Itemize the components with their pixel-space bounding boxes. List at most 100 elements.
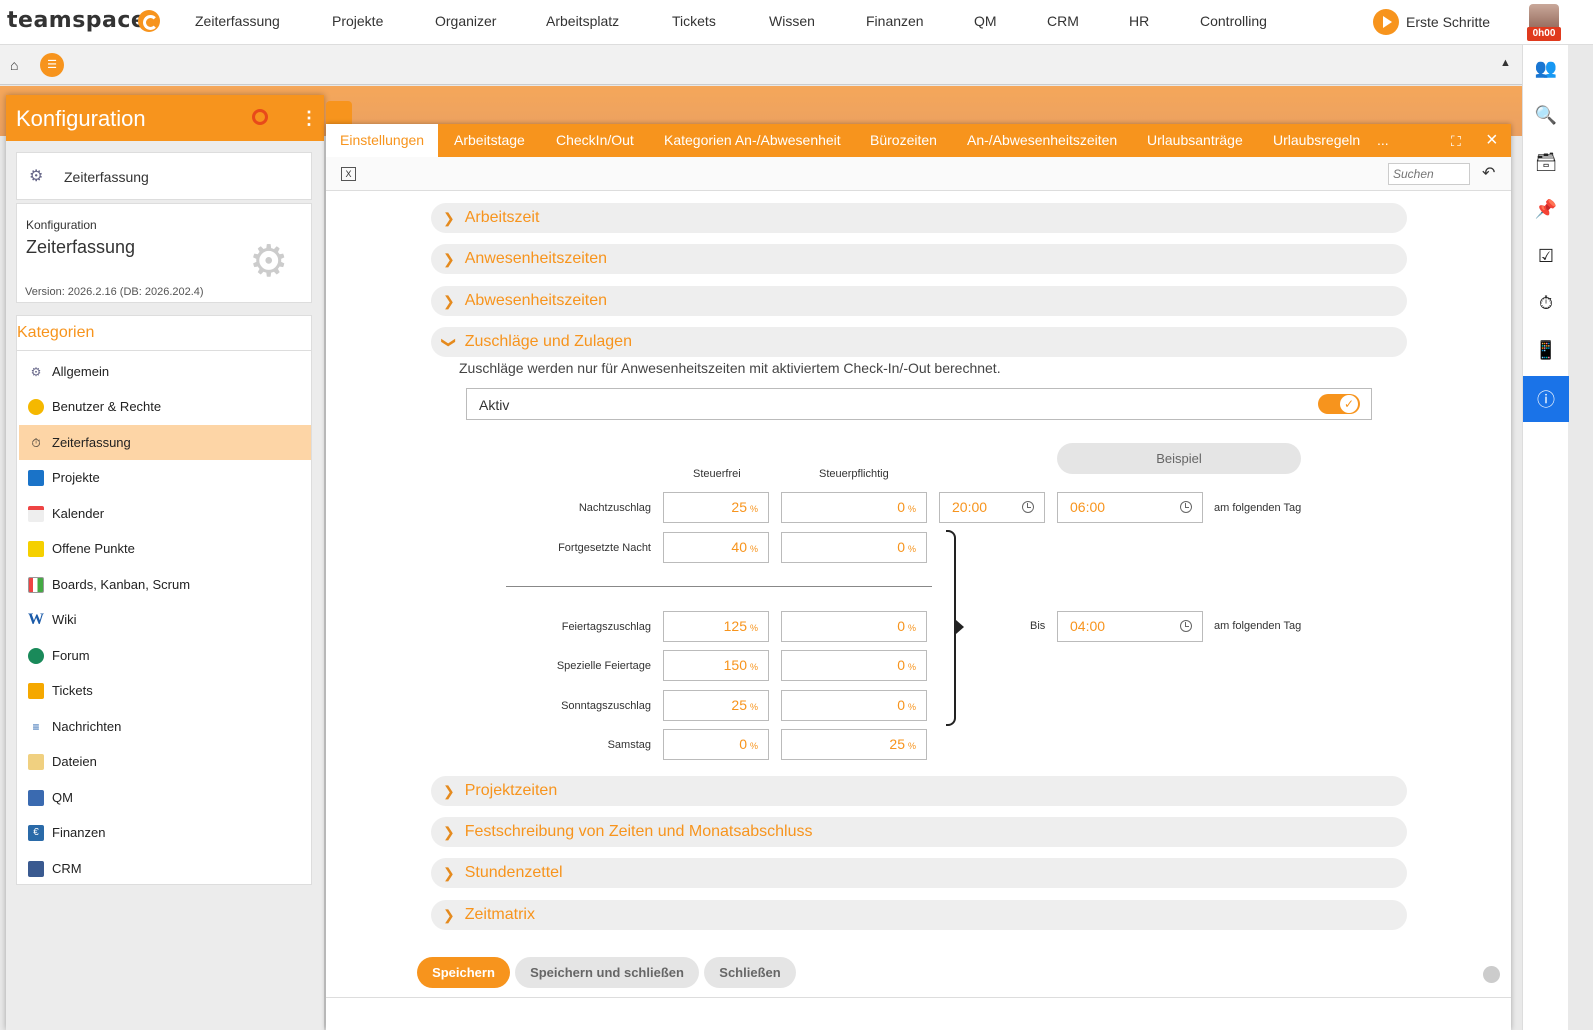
nav-projekte[interactable]: Projekte bbox=[332, 13, 383, 29]
section-zuschlaege[interactable]: ❯ Zuschläge und Zulagen bbox=[431, 327, 1407, 357]
tab-urlaubsregeln[interactable]: Urlaubsregeln bbox=[1273, 124, 1360, 157]
percent-sign: % bbox=[907, 504, 916, 514]
section-arbeitszeit[interactable]: ❯ Arbeitszeit bbox=[431, 203, 1407, 233]
pin-icon[interactable]: 📌 bbox=[1523, 186, 1569, 232]
category-projekte[interactable]: Projekte bbox=[19, 460, 311, 495]
row-label-nachtzuschlag: Nachtzuschlag bbox=[578, 502, 651, 514]
nav-finanzen[interactable]: Finanzen bbox=[866, 13, 924, 29]
night-end-time-input[interactable]: 06:00 bbox=[1057, 492, 1203, 523]
feiertagszuschlag-steuerfrei-input[interactable]: 125% bbox=[663, 611, 769, 642]
pct-value: 150 bbox=[723, 657, 747, 673]
undo-icon[interactable]: ↶ bbox=[1482, 163, 1495, 183]
row-label-fortgesetzte-nacht: Fortgesetzte Nacht bbox=[558, 542, 651, 554]
search-input[interactable] bbox=[1388, 163, 1470, 185]
sonntagszuschlag-steuerpflichtig-input[interactable]: 0% bbox=[781, 690, 927, 721]
section-festschreibung[interactable]: ❯ Festschreibung von Zeiten und Monatsabs… bbox=[431, 817, 1407, 847]
nachtzuschlag-steuerpflichtig-input[interactable]: 0% bbox=[781, 492, 927, 523]
tab-arbeitstage[interactable]: Arbeitstage bbox=[454, 124, 525, 157]
section-anwesenheitszeiten[interactable]: ❯ Anwesenheitszeiten bbox=[431, 244, 1407, 274]
maximize-icon[interactable]: ⛶ bbox=[1451, 133, 1461, 150]
tab-urlaubsantraege[interactable]: Urlaubsanträge bbox=[1147, 124, 1243, 157]
kebab-menu-icon[interactable]: ⋮ bbox=[300, 109, 318, 127]
section-projektzeiten[interactable]: ❯ Projektzeiten bbox=[431, 776, 1407, 806]
category-tickets[interactable]: Tickets bbox=[19, 673, 311, 708]
erste-schritte-button[interactable]: Erste Schritte bbox=[1373, 9, 1490, 35]
samstag-steuerfrei-input[interactable]: 0% bbox=[663, 729, 769, 760]
excel-export-icon[interactable]: X bbox=[341, 167, 356, 181]
category-nachrichten[interactable]: ≡ Nachrichten bbox=[19, 709, 311, 744]
tab-kategorien[interactable]: Kategorien An-/Abwesenheit bbox=[664, 124, 841, 157]
nav-hr[interactable]: HR bbox=[1129, 13, 1149, 29]
teamspace-logo[interactable]: teamspace bbox=[7, 8, 146, 33]
stopwatch-icon[interactable]: ⏱ bbox=[1523, 280, 1569, 326]
checklist-icon[interactable]: ☑ bbox=[1523, 233, 1569, 279]
users-icon[interactable]: 👥 bbox=[1523, 45, 1569, 91]
info-icon[interactable]: ⓘ bbox=[1523, 376, 1569, 422]
bis-time-input[interactable]: 04:00 bbox=[1057, 611, 1203, 642]
nav-controlling[interactable]: Controlling bbox=[1200, 13, 1267, 29]
aktiv-toggle[interactable] bbox=[1318, 394, 1360, 414]
menu-icon[interactable]: ☰ bbox=[40, 53, 64, 77]
pct-value: 25 bbox=[889, 736, 905, 752]
chevron-right-icon: ❯ bbox=[443, 864, 455, 881]
config-title: Konfiguration bbox=[16, 106, 146, 131]
save-button[interactable]: Speichern bbox=[417, 957, 510, 988]
tab-checkin-out[interactable]: CheckIn/Out bbox=[556, 124, 634, 157]
home-icon[interactable]: ⌂ bbox=[10, 57, 18, 73]
category-offene-punkte[interactable]: Offene Punkte bbox=[19, 531, 311, 566]
nav-qm[interactable]: QM bbox=[974, 13, 997, 29]
background-window-tab[interactable] bbox=[326, 101, 352, 125]
beispiel-button[interactable]: Beispiel bbox=[1057, 443, 1301, 474]
category-label: Wiki bbox=[52, 612, 77, 627]
tab-einstellungen[interactable]: Einstellungen bbox=[326, 124, 439, 157]
user-icon[interactable] bbox=[1483, 966, 1500, 983]
category-crm[interactable]: CRM bbox=[19, 851, 311, 886]
category-kalender[interactable]: Kalender bbox=[19, 496, 311, 531]
bug-icon[interactable] bbox=[252, 109, 268, 125]
spezielle-feiertage-steuerfrei-input[interactable]: 150% bbox=[663, 650, 769, 681]
section-abwesenheitszeiten[interactable]: ❯ Abwesenheitszeiten bbox=[431, 286, 1407, 316]
save-and-close-button[interactable]: Speichern und schließen bbox=[515, 957, 699, 988]
category-forum[interactable]: Forum bbox=[19, 638, 311, 673]
nav-wissen[interactable]: Wissen bbox=[769, 13, 815, 29]
search-icon[interactable]: 🔍 bbox=[1523, 92, 1569, 138]
time-badge[interactable]: 0h00 bbox=[1527, 27, 1561, 41]
category-boards[interactable]: Boards, Kanban, Scrum bbox=[19, 567, 311, 602]
tab-an-abwesenheitszeiten[interactable]: An-/Abwesenheitszeiten bbox=[967, 124, 1117, 157]
collapse-up-icon[interactable]: ▲ bbox=[1500, 57, 1511, 69]
tab-buerozeiten[interactable]: Bürozeiten bbox=[870, 124, 937, 157]
nav-organizer[interactable]: Organizer bbox=[435, 13, 496, 29]
fortgesetzte-nacht-steuerfrei-input[interactable]: 40% bbox=[663, 532, 769, 563]
category-zeiterfassung[interactable]: ⏱ Zeiterfassung bbox=[19, 425, 311, 460]
category-allgemein[interactable]: ⚙ Allgemein bbox=[19, 354, 311, 389]
category-benutzer-rechte[interactable]: Benutzer & Rechte bbox=[19, 389, 311, 424]
section-title: Anwesenheitszeiten bbox=[464, 250, 608, 267]
nav-crm[interactable]: CRM bbox=[1047, 13, 1079, 29]
nav-arbeitsplatz[interactable]: Arbeitsplatz bbox=[546, 13, 619, 29]
nav-zeiterfassung[interactable]: Zeiterfassung bbox=[195, 13, 280, 29]
inbox-icon[interactable]: 🗃 bbox=[1523, 139, 1569, 185]
section-stundenzettel[interactable]: ❯ Stundenzettel bbox=[431, 858, 1407, 888]
category-dateien[interactable]: Dateien bbox=[19, 744, 311, 779]
night-start-time-input[interactable]: 20:00 bbox=[939, 492, 1045, 523]
section-zeitmatrix[interactable]: ❯ Zeitmatrix bbox=[431, 900, 1407, 930]
spezielle-feiertage-steuerpflichtig-input[interactable]: 0% bbox=[781, 650, 927, 681]
mobile-icon[interactable]: 📱 bbox=[1523, 327, 1569, 373]
category-qm[interactable]: QM bbox=[19, 780, 311, 815]
sticky-note-icon bbox=[28, 540, 44, 557]
nav-tickets[interactable]: Tickets bbox=[672, 13, 716, 29]
close-button[interactable]: Schließen bbox=[704, 957, 796, 988]
ticket-icon bbox=[28, 682, 44, 699]
feiertagszuschlag-steuerpflichtig-input[interactable]: 0% bbox=[781, 611, 927, 642]
nachtzuschlag-steuerfrei-input[interactable]: 25% bbox=[663, 492, 769, 523]
module-selector[interactable]: ⚙ Zeiterfassung bbox=[16, 152, 312, 200]
close-icon[interactable]: × bbox=[1486, 129, 1498, 152]
fortgesetzte-nacht-steuerpflichtig-input[interactable]: 0% bbox=[781, 532, 927, 563]
category-finanzen[interactable]: € Finanzen bbox=[19, 815, 311, 850]
samstag-steuerpflichtig-input[interactable]: 25% bbox=[781, 729, 927, 760]
section-title: Arbeitszeit bbox=[464, 209, 540, 226]
pct-value: 0 bbox=[897, 618, 905, 634]
sonntagszuschlag-steuerfrei-input[interactable]: 25% bbox=[663, 690, 769, 721]
category-wiki[interactable]: W Wiki bbox=[19, 602, 311, 637]
tab-more[interactable]: ... bbox=[1377, 124, 1389, 157]
